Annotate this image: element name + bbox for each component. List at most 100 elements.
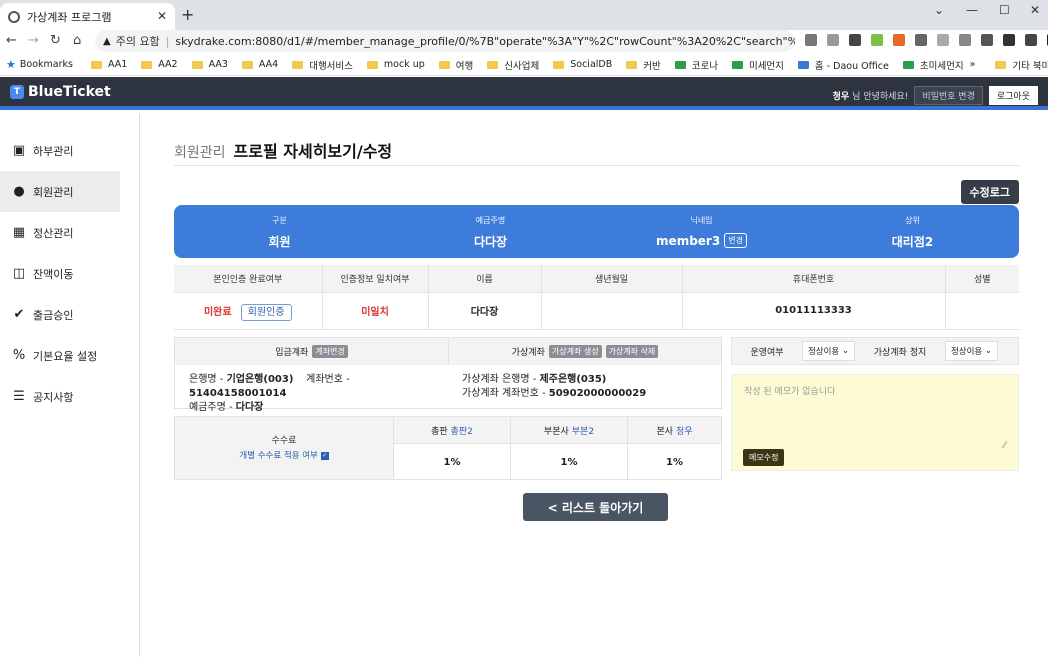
bookmark-label: 기타 북마크 [1012, 60, 1048, 72]
virtual-create-button[interactable]: 가상계좌 생성 [548, 345, 602, 358]
bookmark-item[interactable]: 커반 [626, 58, 661, 72]
extension-icon[interactable] [937, 34, 949, 46]
memo-edit-button[interactable]: 메모수정 [743, 449, 785, 466]
calculator-icon: ▦ [12, 224, 26, 240]
tab-title: 가상계좌 프로그램 [27, 10, 112, 24]
sidebar-item-balance-transfer[interactable]: ◫ 잔액이동 [0, 253, 139, 294]
summary-nickname-value: member3 [656, 233, 721, 248]
sidebar-item-label: 출금승인 [33, 308, 74, 322]
nickname-change-button[interactable]: 변경 [724, 233, 747, 248]
browser-tab[interactable]: 가상계좌 프로그램 ✕ [0, 3, 175, 30]
sidebar-item-sub-management[interactable]: ▣ 하부관리 [0, 130, 139, 171]
sidebar-item-settlement[interactable]: ▦ 정산관리 [0, 212, 139, 253]
extension-icon[interactable] [893, 34, 905, 46]
account-change-button[interactable]: 계좌변경 [312, 345, 348, 358]
edit-log-button[interactable]: 수정로그 [960, 180, 1019, 204]
bookmark-label: AA4 [258, 59, 279, 70]
users-icon: ● [13, 183, 25, 199]
bookmark-item[interactable]: 여행 [438, 58, 473, 72]
minimize-icon[interactable]: — [966, 3, 978, 17]
sidebar-item-base-rate[interactable]: % 기본요율 설정 [0, 335, 139, 376]
maximize-icon[interactable]: ☐ [999, 3, 1010, 17]
puzzle-icon[interactable] [1025, 34, 1037, 46]
check-badge-icon: ✔ [13, 306, 25, 322]
bookmark-item[interactable]: 신사업체 [487, 58, 539, 72]
window-close-icon[interactable]: ✕ [1030, 3, 1040, 17]
operation-bar: 운영여부 정상이용 ⌄ 가상계좌 정지 정상이용 ⌄ [731, 337, 1019, 365]
extensions-area [805, 34, 1048, 46]
extension-icon[interactable] [871, 34, 883, 46]
bookmark-item[interactable]: SocialDB [553, 59, 612, 70]
change-password-button[interactable]: 비밀번호 변경 [914, 86, 983, 105]
summary-parent-value: 대리점2 [891, 235, 934, 249]
key-icon[interactable] [805, 34, 817, 46]
divider [174, 165, 1019, 166]
separator: | [165, 34, 170, 48]
virtual-bank-value: 제주은행(035) [539, 374, 607, 385]
bookmark-item[interactable]: 대행서비스 [292, 58, 353, 72]
match-status: 미일치 [361, 307, 389, 318]
folder-icon [191, 60, 203, 69]
deposit-acct-value: 51404158001014 [189, 388, 287, 399]
share-icon[interactable] [827, 34, 839, 46]
address-bar[interactable]: ▲ 주의 요함 | skydrake.com:8080/d1/#/member_… [95, 30, 795, 52]
fee-individual-toggle[interactable]: 개별 수수료 적용 여부 ✓ [175, 449, 393, 461]
bookmark-item[interactable]: mock up [366, 59, 425, 70]
operation-status-select[interactable]: 정상이용 ⌄ [802, 341, 855, 361]
folder-icon [90, 60, 102, 69]
checkbox-icon[interactable]: ✓ [320, 451, 329, 460]
fee-col-name[interactable]: 부본2 [572, 424, 594, 437]
bookmarks-overflow[interactable]: » [970, 59, 976, 70]
back-to-list-button[interactable]: < 리스트 돌아가기 [523, 493, 668, 521]
virtual-stop-select[interactable]: 정상이용 ⌄ [945, 341, 998, 361]
sidebar-item-notice[interactable]: ☰ 공지사항 [0, 376, 139, 417]
bookmark-item[interactable]: AA1 [90, 59, 127, 70]
reload-icon[interactable]: ↻ [50, 33, 61, 48]
bookmark-item[interactable]: 코로나 [674, 58, 718, 72]
bookmark-item[interactable]: AA4 [241, 59, 279, 70]
other-bookmarks[interactable]: 기타 북마크 [995, 58, 1048, 72]
extension-icon[interactable] [1003, 34, 1015, 46]
logout-button[interactable]: 로그아웃 [988, 86, 1038, 105]
virtual-bank-label: 가상계좌 은행명 - [462, 374, 540, 385]
deposit-header-label: 입금계좌 [275, 348, 309, 358]
memo-box[interactable]: 작성 된 메모가 없습니다 ⁄⁄ 메모수정 [731, 374, 1019, 471]
close-tab-icon[interactable]: ✕ [157, 9, 167, 23]
birth-cell [540, 291, 682, 330]
bookmark-item[interactable]: 홈 - Daou Office [797, 58, 889, 72]
gender-cell [944, 291, 1019, 330]
fee-col-header: 총판 총판2 [394, 417, 510, 444]
breadcrumb-parent[interactable]: 회원관리 [174, 142, 226, 162]
extension-icon[interactable] [981, 34, 993, 46]
member-auth-button[interactable]: 회원인증 [240, 304, 292, 321]
bookmark-item[interactable]: Bookmarks [20, 59, 73, 70]
extension-icon[interactable] [959, 34, 971, 46]
browser-tab-strip: 가상계좌 프로그램 ✕ + ⌄ — ☐ ✕ [0, 0, 1048, 30]
page-title: 프로필 자세히보기/수정 [233, 142, 393, 161]
bookmark-item[interactable]: 미세먼지 [731, 58, 784, 72]
folder-icon [241, 60, 253, 69]
star-icon: ★ [6, 58, 16, 71]
bookmark-item[interactable]: AA3 [191, 59, 228, 70]
star-icon[interactable] [849, 34, 861, 46]
bookmark-item[interactable]: 초미세먼지 [902, 58, 964, 72]
fee-col-hq: 본사 청우 1% [627, 417, 721, 479]
bookmark-label: 초미세먼지 [919, 60, 964, 72]
sidebar-item-withdraw-approval[interactable]: ✔ 출금승인 [0, 294, 139, 335]
col-header: 본인인증 완료여부 [174, 265, 322, 292]
app-logo[interactable]: T BlueTicket [10, 84, 111, 100]
folder-icon [366, 60, 378, 69]
virtual-header: 가상계좌 가상계좌 생성 가상계좌 삭제 [448, 338, 721, 365]
home-icon[interactable]: ⌂ [73, 33, 81, 48]
sidebar-item-member-management[interactable]: ● 회원관리 [0, 171, 120, 212]
fee-col-name[interactable]: 청우 [676, 424, 693, 437]
new-tab-icon[interactable]: + [181, 5, 194, 24]
back-icon[interactable]: ← [6, 33, 17, 48]
fee-col-name[interactable]: 총판2 [451, 424, 473, 437]
chevron-down-icon[interactable]: ⌄ [934, 3, 944, 17]
extension-icon[interactable] [915, 34, 927, 46]
resize-grip-icon[interactable]: ⁄⁄ [1003, 441, 1006, 451]
forward-icon[interactable]: → [28, 33, 39, 48]
bookmark-item[interactable]: AA2 [141, 59, 178, 70]
virtual-delete-button[interactable]: 가상계좌 삭제 [605, 345, 659, 358]
